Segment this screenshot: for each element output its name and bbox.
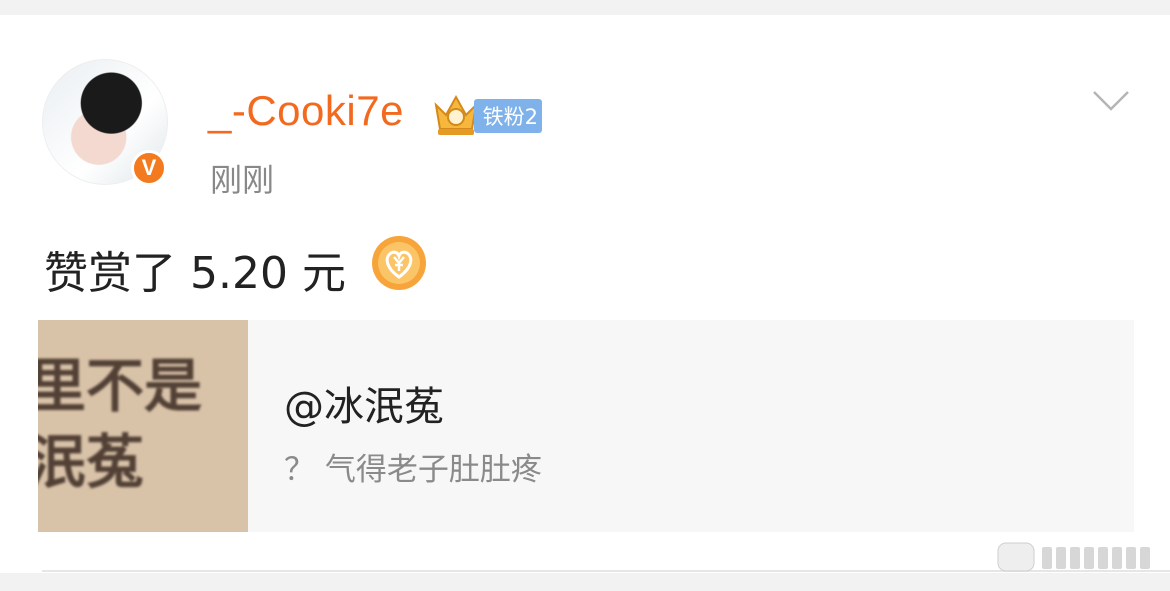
thumbnail-text: 里不是 泯菟: [38, 352, 203, 496]
fan-level-badge[interactable]: 铁粉2: [474, 99, 542, 133]
verified-badge-icon: V: [131, 150, 167, 186]
crown-badge-icon: [434, 94, 478, 135]
watermark-logo: [997, 542, 1150, 572]
chevron-down-icon[interactable]: [1092, 89, 1130, 113]
shared-card-title[interactable]: @冰泯菟: [284, 374, 444, 432]
shared-content-card[interactable]: 里不是 泯菟 @冰泯菟 ？ 气得老子肚肚疼: [38, 320, 1134, 532]
post-time: 刚刚: [210, 161, 275, 199]
shared-card-subtitle: ？ 气得老子肚肚疼: [284, 452, 542, 488]
shared-thumbnail[interactable]: 里不是 泯菟: [38, 320, 248, 532]
weibo-post-card: V _-Cooki7e 铁粉2 刚刚 赞赏了 5.20 元 里不是 泯菟 @冰泯…: [0, 15, 1170, 573]
username[interactable]: _-Cooki7e: [208, 87, 404, 135]
reward-coin-icon: [372, 236, 426, 290]
reward-text: 赞赏了 5.20 元: [44, 248, 346, 299]
